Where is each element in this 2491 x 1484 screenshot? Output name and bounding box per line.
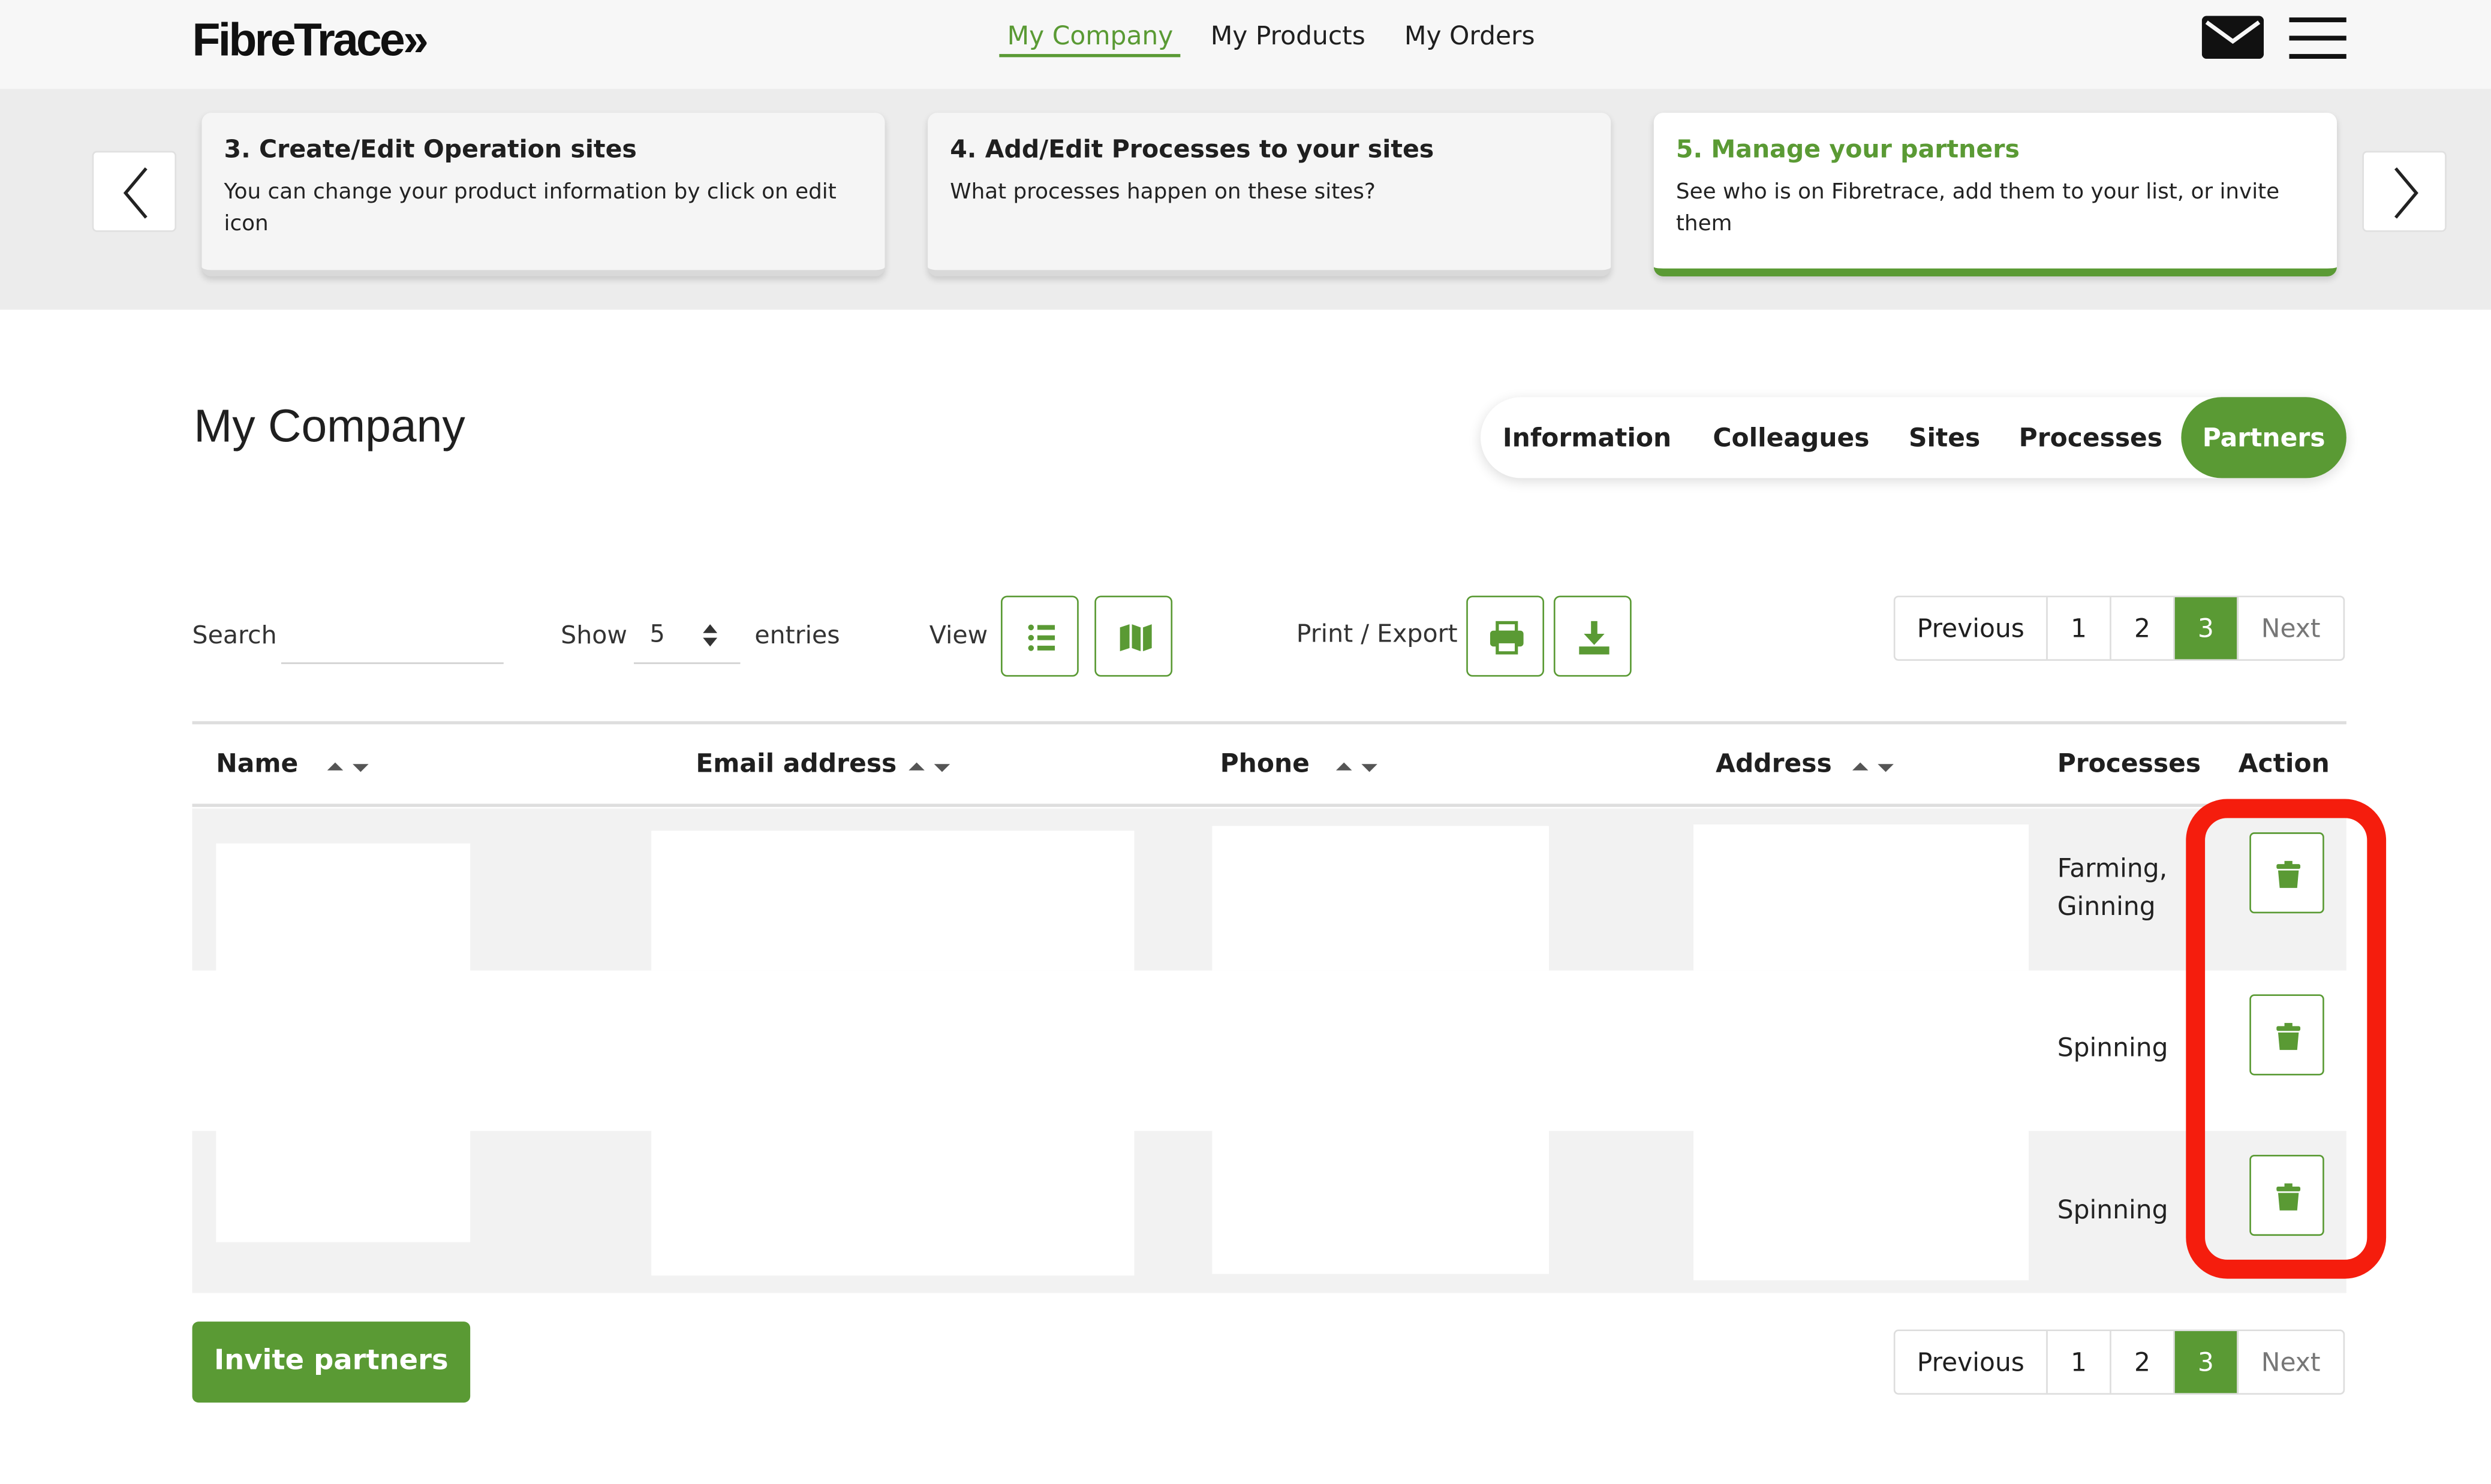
entries-per-page-select[interactable]: 5	[634, 607, 741, 664]
pagination-page-3[interactable]: 3	[2174, 597, 2239, 660]
chevron-left-icon	[123, 167, 148, 219]
redacted-email-cell	[651, 1131, 1135, 1276]
hamburger-menu-icon[interactable]	[2289, 14, 2346, 62]
sort-arrows-icon[interactable]	[907, 759, 955, 775]
onboarding-card-operation-sites[interactable]: 3. Create/Edit Operation sites You can c…	[201, 113, 885, 276]
trash-icon	[2276, 1183, 2301, 1211]
carousel-prev-button[interactable]	[92, 150, 177, 232]
processes-cell: Spinning	[2057, 1032, 2168, 1063]
table-header: Name Email address Phone Address Process…	[192, 721, 2346, 807]
entries-label: entries	[754, 621, 840, 650]
processes-cell: Farming, Ginning	[2057, 853, 2168, 922]
table-row: Spinning	[192, 971, 2346, 1133]
pagination-page-1[interactable]: 1	[2048, 1331, 2111, 1393]
onboarding-carousel: 3. Create/Edit Operation sites You can c…	[0, 91, 2491, 310]
chevron-right-icon	[2394, 167, 2418, 219]
onboarding-card-manage-partners[interactable]: 5. Manage your partners See who is on Fi…	[1653, 113, 2337, 276]
nav-link-my-company[interactable]: My Company	[999, 20, 1181, 58]
delete-partner-button[interactable]	[2249, 994, 2324, 1076]
onboarding-card-title: 3. Create/Edit Operation sites	[224, 135, 637, 164]
pagination-page-1[interactable]: 1	[2048, 597, 2111, 660]
table-row: Farming, Ginning	[192, 808, 2346, 973]
onboarding-card-title: 4. Add/Edit Processes to your sites	[950, 135, 1434, 164]
column-header-processes: Processes	[2057, 748, 2201, 779]
page-title: My Company	[194, 402, 465, 453]
top-navigation-bar: FibreTrace» My Company My Products My Or…	[0, 0, 2491, 91]
mail-icon[interactable]	[2201, 16, 2264, 59]
search-input[interactable]	[281, 610, 504, 664]
export-download-button[interactable]	[1553, 595, 1632, 677]
trash-icon	[2276, 860, 2301, 888]
sort-arrows-icon[interactable]	[326, 759, 373, 775]
map-view-button[interactable]	[1094, 595, 1173, 677]
download-icon	[1579, 621, 1609, 655]
print-export-label: Print / Export	[1296, 619, 1458, 648]
app-page: FibreTrace» My Company My Products My Or…	[0, 0, 2491, 1484]
onboarding-card-title: 5. Manage your partners	[1675, 135, 2020, 164]
select-updown-icon	[703, 624, 718, 647]
nav-link-my-products[interactable]: My Products	[1211, 20, 1365, 50]
nav-link-my-orders[interactable]: My Orders	[1404, 20, 1535, 50]
column-header-address[interactable]: Address	[1716, 748, 1832, 778]
pagination-next-button[interactable]: Next	[2239, 597, 2343, 659]
search-label: Search	[192, 621, 277, 650]
fibretrace-logo[interactable]: FibreTrace»	[192, 16, 429, 68]
redacted-phone-cell	[1212, 826, 1549, 971]
list-icon	[1028, 624, 1055, 651]
redacted-phone-cell	[1212, 1131, 1549, 1274]
print-button[interactable]	[1466, 595, 1545, 677]
pagination-page-2[interactable]: 2	[2111, 597, 2175, 660]
column-header-email[interactable]: Email address	[696, 748, 896, 778]
carousel-next-button[interactable]	[2362, 150, 2447, 232]
sort-arrows-icon[interactable]	[1851, 759, 1898, 775]
show-label: Show	[561, 621, 627, 650]
pagination-previous-button[interactable]: Previous	[1895, 1331, 2048, 1393]
onboarding-card-processes[interactable]: 4. Add/Edit Processes to your sites What…	[928, 113, 1611, 276]
tab-partners[interactable]: Partners	[2181, 397, 2346, 478]
delete-partner-button[interactable]	[2249, 1154, 2324, 1236]
company-tabs: Information Colleagues Sites Processes P…	[1481, 397, 2346, 478]
processes-cell: Spinning	[2057, 1194, 2168, 1225]
print-icon	[1490, 621, 1524, 655]
redacted-address-cell	[1693, 824, 2029, 971]
tab-information[interactable]: Information	[1481, 397, 1693, 478]
pagination-bottom: Previous 1 2 3 Next	[1893, 1329, 2345, 1395]
redacted-name-cell	[216, 843, 471, 973]
invite-partners-button[interactable]: Invite partners	[192, 1322, 471, 1403]
sort-arrows-icon[interactable]	[1334, 759, 1382, 775]
list-view-button[interactable]	[1000, 595, 1079, 677]
view-label: View	[929, 621, 988, 650]
onboarding-card-text: What processes happen on these sites?	[950, 179, 1376, 205]
onboarding-card-text: See who is on Fibretrace, add them to yo…	[1675, 179, 2280, 237]
pagination-next-button[interactable]: Next	[2239, 1331, 2343, 1393]
tab-processes[interactable]: Processes	[2000, 397, 2181, 478]
pagination-page-3[interactable]: 3	[2174, 1331, 2239, 1393]
onboarding-card-text: You can change your product information …	[224, 179, 837, 237]
table-row: Spinning	[192, 1131, 2346, 1293]
tab-colleagues[interactable]: Colleagues	[1693, 397, 1889, 478]
trash-icon	[2276, 1023, 2301, 1050]
redacted-email-cell	[651, 830, 1135, 971]
column-header-phone[interactable]: Phone	[1220, 748, 1310, 778]
pagination-previous-button[interactable]: Previous	[1895, 597, 2048, 660]
column-header-action: Action	[2238, 748, 2330, 779]
pagination-top: Previous 1 2 3 Next	[1893, 595, 2345, 661]
redacted-address-cell	[1693, 1131, 2029, 1281]
delete-partner-button[interactable]	[2249, 832, 2324, 914]
tab-sites[interactable]: Sites	[1889, 397, 2000, 478]
map-icon	[1120, 624, 1152, 652]
pagination-page-2[interactable]: 2	[2111, 1331, 2175, 1393]
redacted-name-cell	[216, 1131, 471, 1242]
entries-per-page-value: 5	[649, 619, 665, 648]
column-header-name[interactable]: Name	[216, 748, 298, 778]
